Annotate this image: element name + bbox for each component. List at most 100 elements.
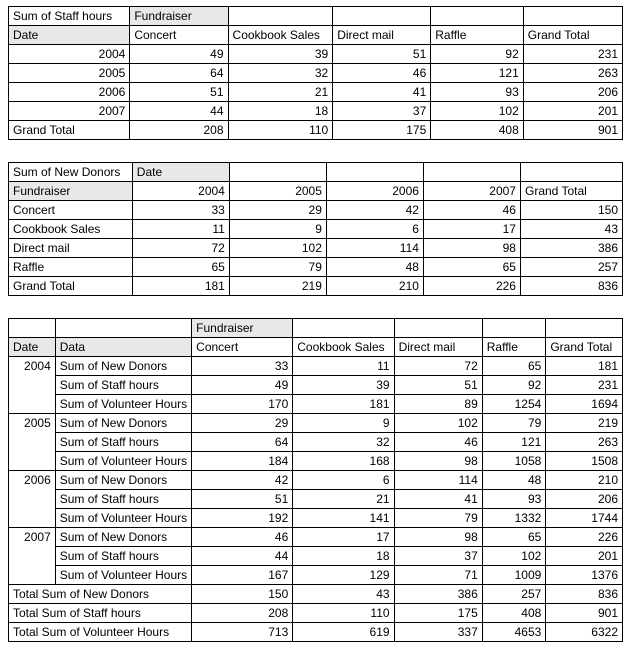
cell: 121 xyxy=(431,64,524,83)
grand-total-row: Grand Total181219210226836 xyxy=(9,277,623,296)
col-field-label[interactable]: Fundraiser xyxy=(192,319,293,338)
cell: 208 xyxy=(192,604,293,623)
cell: 192 xyxy=(192,509,293,528)
table-row: 200449395192231 xyxy=(9,45,623,64)
row-field-label[interactable]: Fundraiser xyxy=(9,182,133,201)
cell: 42 xyxy=(192,471,293,490)
cell: 408 xyxy=(431,121,524,140)
cell: 6322 xyxy=(546,623,623,642)
col-header: Raffle xyxy=(482,338,546,357)
cell: 11 xyxy=(293,357,394,376)
blank-header xyxy=(546,319,623,338)
cell: 102 xyxy=(229,239,326,258)
cell: 32 xyxy=(293,433,394,452)
blank-header xyxy=(293,319,394,338)
row-field-data[interactable]: Data xyxy=(55,338,191,357)
row-label: Direct mail xyxy=(9,239,133,258)
blank-header xyxy=(228,7,333,26)
cell: 167 xyxy=(192,566,293,585)
cell: 71 xyxy=(394,566,482,585)
cell: 1508 xyxy=(546,452,623,471)
cell: 46 xyxy=(423,201,520,220)
cell: 901 xyxy=(546,604,623,623)
cell: 79 xyxy=(394,509,482,528)
cell: 18 xyxy=(228,102,333,121)
col-header: Grand Total xyxy=(520,182,622,201)
row-label: 2004 xyxy=(9,45,130,64)
table-row: Sum of Staff hours49395192231 xyxy=(9,376,623,395)
cell: 21 xyxy=(293,490,394,509)
row-label: 2007 xyxy=(9,102,130,121)
blank-header xyxy=(326,163,423,182)
row-field-label[interactable]: Date xyxy=(9,26,130,45)
total-row: Total Sum of Staff hours208110175408901 xyxy=(9,604,623,623)
data-field-label: Sum of Volunteer Hours xyxy=(55,395,191,414)
row-label: Grand Total xyxy=(9,277,133,296)
cell: 408 xyxy=(482,604,546,623)
cell: 208 xyxy=(130,121,228,140)
cell: 231 xyxy=(523,45,622,64)
row-label: Concert xyxy=(9,201,133,220)
cell: 64 xyxy=(130,64,228,83)
table-row: Sum of Volunteer Hours1921417913321744 xyxy=(9,509,623,528)
cell: 210 xyxy=(546,471,623,490)
col-header: Grand Total xyxy=(523,26,622,45)
cell: 33 xyxy=(192,357,293,376)
cell: 4653 xyxy=(482,623,546,642)
cell: 6 xyxy=(326,220,423,239)
col-field-label[interactable]: Date xyxy=(132,163,229,182)
corner-label: Sum of Staff hours xyxy=(9,7,130,26)
blank-header xyxy=(9,319,56,338)
data-field-label: Sum of Volunteer Hours xyxy=(55,566,191,585)
cell: 51 xyxy=(192,490,293,509)
data-field-label: Sum of New Donors xyxy=(55,357,191,376)
cell: 42 xyxy=(326,201,423,220)
data-field-label: Sum of Staff hours xyxy=(55,490,191,509)
cell: 92 xyxy=(482,376,546,395)
cell: 9 xyxy=(293,414,394,433)
cell: 93 xyxy=(482,490,546,509)
cell: 110 xyxy=(293,604,394,623)
cell: 201 xyxy=(546,547,623,566)
row-field-date[interactable]: Date xyxy=(9,338,56,357)
cell: 121 xyxy=(482,433,546,452)
cell: 37 xyxy=(394,547,482,566)
cell: 210 xyxy=(326,277,423,296)
cell: 102 xyxy=(431,102,524,121)
cell: 33 xyxy=(132,201,229,220)
cell: 72 xyxy=(132,239,229,258)
cell: 46 xyxy=(192,528,293,547)
row-label: 2006 xyxy=(9,83,130,102)
cell: 92 xyxy=(431,45,524,64)
data-field-label: Sum of New Donors xyxy=(55,528,191,547)
cell: 114 xyxy=(326,239,423,258)
table-row: 200651214193206 xyxy=(9,83,623,102)
data-field-label: Sum of New Donors xyxy=(55,414,191,433)
table-row: 2005643246121263 xyxy=(9,64,623,83)
table-row: Sum of Volunteer Hours1841689810581508 xyxy=(9,452,623,471)
table-row: Concert33294246150 xyxy=(9,201,623,220)
col-field-label[interactable]: Fundraiser xyxy=(130,7,228,26)
table-row: 2007Sum of New Donors46179865226 xyxy=(9,528,623,547)
cell: 1744 xyxy=(546,509,623,528)
cell: 184 xyxy=(192,452,293,471)
blank-header xyxy=(431,7,524,26)
cell: 49 xyxy=(192,376,293,395)
cell: 18 xyxy=(293,547,394,566)
cell: 181 xyxy=(293,395,394,414)
cell: 39 xyxy=(293,376,394,395)
cell: 226 xyxy=(546,528,623,547)
table-row: Sum of Volunteer Hours1671297110091376 xyxy=(9,566,623,585)
cell: 263 xyxy=(523,64,622,83)
cell: 901 xyxy=(523,121,622,140)
cell: 46 xyxy=(394,433,482,452)
table-row: 2007441837102201 xyxy=(9,102,623,121)
data-field-label: Sum of Staff hours xyxy=(55,376,191,395)
data-field-label: Sum of Staff hours xyxy=(55,547,191,566)
pivot-combined: Fundraiser Date Data Concert Cookbook Sa… xyxy=(8,318,623,642)
blank-header xyxy=(394,319,482,338)
cell: 141 xyxy=(293,509,394,528)
corner-label: Sum of New Donors xyxy=(9,163,133,182)
cell: 386 xyxy=(520,239,622,258)
cell: 150 xyxy=(520,201,622,220)
